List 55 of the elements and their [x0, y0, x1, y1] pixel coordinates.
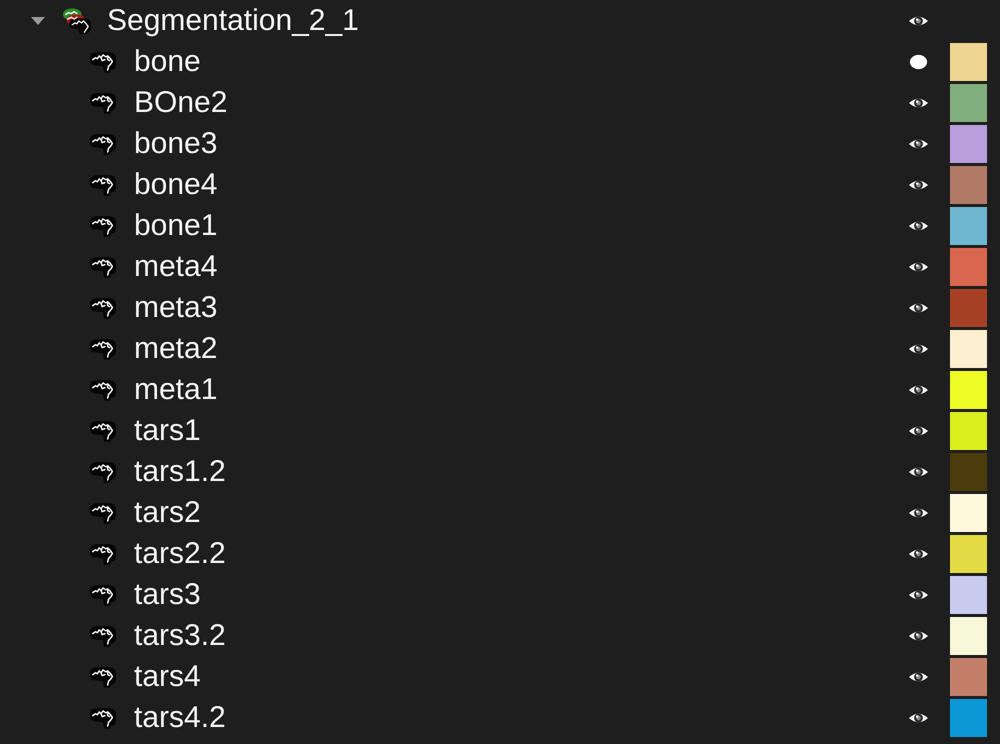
- segment-icon: [88, 90, 118, 115]
- color-swatch-icon[interactable]: [950, 248, 987, 286]
- segment-icon: [88, 377, 118, 402]
- segment-icon: [88, 582, 118, 607]
- color-swatch-icon[interactable]: [950, 658, 987, 696]
- segment-name[interactable]: meta4: [134, 250, 218, 284]
- segment-icon: [88, 500, 118, 525]
- color-swatch-icon[interactable]: [950, 412, 987, 450]
- segment-icon: [88, 459, 118, 484]
- segment-name[interactable]: bone1: [134, 208, 218, 242]
- segment-name[interactable]: bone4: [134, 168, 218, 202]
- color-swatch-icon[interactable]: [950, 534, 987, 572]
- segment-name[interactable]: tars3.2: [134, 618, 226, 652]
- color-swatch-icon[interactable]: [950, 330, 987, 368]
- segment-name[interactable]: tars2: [134, 496, 201, 530]
- segmentation-icon: [60, 6, 92, 34]
- color-swatch-icon[interactable]: [950, 206, 987, 244]
- color-swatch-icon[interactable]: [950, 494, 987, 532]
- segment-icon: [88, 705, 118, 730]
- segment-name[interactable]: tars4.2: [134, 700, 226, 734]
- segment-icon: [88, 49, 118, 74]
- collapse-triangle-icon[interactable]: [30, 16, 46, 26]
- segment-icon: [88, 623, 118, 648]
- color-swatch-icon[interactable]: [950, 124, 987, 162]
- color-swatch-icon[interactable]: [950, 698, 987, 736]
- color-swatch-icon[interactable]: [950, 42, 987, 80]
- color-swatch-icon[interactable]: [950, 576, 987, 614]
- color-swatch-icon[interactable]: [950, 616, 987, 654]
- color-swatch-icon[interactable]: [950, 166, 987, 204]
- segment-icon: [88, 213, 118, 238]
- visibility-dot-icon[interactable]: [908, 54, 929, 70]
- color-swatch-icon[interactable]: [950, 288, 987, 326]
- segment-name[interactable]: bone: [134, 44, 201, 78]
- color-swatch-icon[interactable]: [950, 370, 987, 408]
- segment-name[interactable]: BOne2: [134, 86, 228, 120]
- segment-name[interactable]: tars4: [134, 660, 201, 694]
- segment-icon: [88, 131, 118, 156]
- segment-icon: [88, 172, 118, 197]
- segmentation-name[interactable]: Segmentation_2_1: [107, 4, 359, 38]
- color-swatch-icon[interactable]: [950, 452, 987, 490]
- segment-name[interactable]: meta2: [134, 332, 218, 366]
- color-swatch-icon[interactable]: [950, 84, 987, 122]
- segment-name[interactable]: bone3: [134, 126, 218, 160]
- segment-icon: [88, 664, 118, 689]
- segment-icon: [88, 541, 118, 566]
- segment-name[interactable]: meta1: [134, 372, 218, 406]
- segment-name[interactable]: tars3: [134, 578, 201, 612]
- segment-icon: [88, 295, 118, 320]
- segment-name[interactable]: tars2.2: [134, 536, 226, 570]
- segment-name[interactable]: tars1: [134, 414, 201, 448]
- segment-icon: [88, 336, 118, 361]
- segment-icon: [88, 254, 118, 279]
- segment-icon: [88, 418, 118, 443]
- segment-name[interactable]: tars1.2: [134, 454, 226, 488]
- segment-name[interactable]: meta3: [134, 290, 218, 324]
